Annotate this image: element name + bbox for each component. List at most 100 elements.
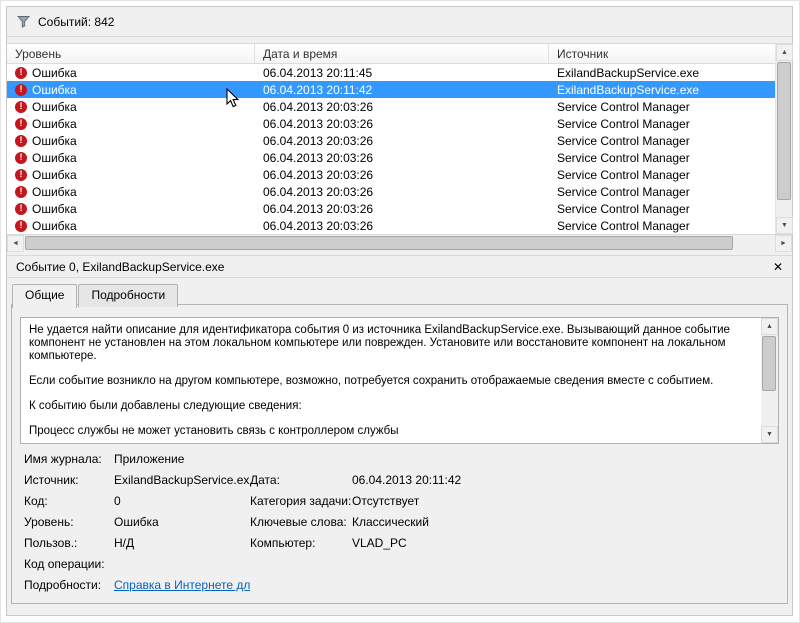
event-source-cell: ExilandBackupService.exe [549,66,775,80]
event-row[interactable]: !Ошибка06.04.2013 20:03:26Service Contro… [7,132,775,149]
field-value: Приложение [114,453,250,466]
event-datetime-cell: 06.04.2013 20:03:26 [255,219,549,233]
scroll-down-button[interactable]: ▼ [761,426,778,443]
event-row[interactable]: !Ошибка06.04.2013 20:03:26Service Contro… [7,200,775,217]
event-level-cell: !Ошибка [7,134,255,148]
error-icon: ! [15,220,27,232]
event-source-cell: Service Control Manager [549,168,775,182]
field-value: Ошибка [114,516,250,529]
field-value: 0 [114,495,250,508]
event-level-cell: ! Ошибка [7,66,255,80]
field-label: Ключевые слова: [250,516,352,529]
field-value: Отсутствует [352,495,773,508]
event-datetime-cell: 06.04.2013 20:03:26 [255,117,549,131]
table-scroll-thumb[interactable] [777,62,791,200]
description-paragraph: Если событие возникло на другом компьюте… [29,375,755,388]
error-icon: ! [15,186,27,198]
description-scroll-thumb[interactable] [762,336,776,391]
event-source-cell: Service Control Manager [549,202,775,216]
error-icon: ! [15,67,27,79]
event-source-cell: Service Control Manager [549,100,775,114]
event-source-cell: Service Control Manager [549,219,775,233]
scroll-down-button[interactable]: ▼ [776,217,793,234]
filter-icon[interactable] [17,15,30,28]
event-source-cell: Service Control Manager [549,185,775,199]
event-datetime-cell: 06.04.2013 20:03:26 [255,134,549,148]
event-level-cell: ! Ошибка [7,83,255,97]
event-source-cell: Service Control Manager [549,134,775,148]
event-datetime-cell: 06.04.2013 20:03:26 [255,151,549,165]
table-vertical-scrollbar[interactable]: ▲ ▼ [775,44,792,234]
event-table-rows: ! Ошибка 06.04.2013 20:11:45ExilandBackupS… [7,64,775,234]
event-datetime-cell: 06.04.2013 20:03:26 [255,185,549,199]
event-datetime-cell: 06.04.2013 20:03:26 [255,168,549,182]
field-label: Пользов.: [24,537,114,550]
tab-details[interactable]: Подробности [78,284,178,307]
field-label: Компьютер: [250,537,352,550]
event-row[interactable]: ! Ошибка 06.04.2013 20:03:26Service Contro… [7,217,775,234]
event-level-label: Ошибка [32,66,77,80]
events-header-bar: Событий: 842 [7,7,792,37]
event-level-label: Ошибка [32,168,77,182]
field-label: Категория задачи: [250,495,352,508]
general-tab-panel: Не удается найти описание для идентифика… [11,304,788,604]
tab-general[interactable]: Общие [12,284,77,308]
field-value: VLAD_PC [352,537,773,550]
events-count-label: Событий: 842 [38,15,114,29]
field-label: Уровень: [24,516,114,529]
column-header-level[interactable]: Уровень [7,44,255,63]
event-description-box: Не удается найти описание для идентифика… [20,317,779,444]
close-icon[interactable]: ✕ [773,261,783,273]
event-level-cell: !Ошибка [7,168,255,182]
scroll-left-button[interactable]: ◄ [7,235,24,252]
scroll-up-button[interactable]: ▲ [776,44,793,61]
field-value: ExilandBackupService.exe [114,474,250,487]
field-value: Классический [352,516,773,529]
event-level-label: Ошибка [32,83,77,97]
event-level-cell: ! Ошибка [7,151,255,165]
column-header-datetime[interactable]: Дата и время [255,44,549,63]
event-datetime-cell: 06.04.2013 20:03:26 [255,202,549,216]
events-table: Уровень Дата и время Источник ! Ошибка 06.… [7,43,792,235]
event-row[interactable]: !Ошибка06.04.2013 20:03:26Service Contro… [7,149,775,166]
error-icon: ! [15,84,27,96]
event-datetime-cell: 06.04.2013 20:11:45 [255,66,549,80]
field-label: Код операции: [24,558,114,571]
event-viewer-panel: Событий: 842 Уровень Дата и время Источн… [6,6,793,616]
scroll-right-button[interactable]: ► [775,235,792,252]
event-row[interactable]: ! Ошибка 06.04.2013 20:03:26Service Contro… [7,183,775,200]
event-level-label: Ошибка [32,134,77,148]
error-icon: ! [15,101,27,113]
event-source-cell: ExilandBackupService.exe [549,83,775,97]
detail-title: Событие 0, ExilandBackupService.exe [16,260,224,274]
column-header-source[interactable]: Источник [549,44,775,63]
description-paragraph: Не удается найти описание для идентифика… [29,324,755,363]
help-link[interactable]: Справка в Интернете для [114,579,250,592]
description-paragraph: К событию были добавлены следующие сведе… [29,400,755,413]
description-scrollbar[interactable]: ▲ ▼ [761,318,778,443]
event-level-label: Ошибка [32,151,77,165]
event-level-label: Ошибка [32,219,77,233]
horizontal-scroll-thumb[interactable] [25,236,733,250]
error-icon: ! [15,118,27,130]
event-datetime-cell: 06.04.2013 20:11:42 [255,83,549,97]
error-icon: ! [15,152,27,164]
event-row[interactable]: ! Ошибка 06.04.2013 20:11:42ExilandBackupS… [7,81,775,98]
field-value: Н/Д [114,537,250,550]
event-row[interactable]: ! Ошибка 06.04.2013 20:03:26Service Contro… [7,98,775,115]
field-label: Имя журнала: [24,453,114,466]
table-horizontal-scrollbar[interactable]: ◄ ► [7,235,792,252]
detail-panel-header: Событие 0, ExilandBackupService.exe ✕ [7,255,792,278]
event-row[interactable]: !Ошибка06.04.2013 20:03:26Service Contro… [7,115,775,132]
scroll-up-button[interactable]: ▲ [761,318,778,335]
description-paragraph: Процесс службы не может установить связь… [29,425,755,438]
event-level-label: Ошибка [32,202,77,216]
table-header-row: Уровень Дата и время Источник [7,44,775,64]
event-level-label: Ошибка [32,185,77,199]
field-value: 06.04.2013 20:11:42 [352,474,773,487]
event-level-label: Ошибка [32,100,77,114]
event-row[interactable]: ! Ошибка 06.04.2013 20:11:45ExilandBackupS… [7,64,775,81]
event-level-label: Ошибка [32,117,77,131]
event-row[interactable]: !Ошибка06.04.2013 20:03:26Service Contro… [7,166,775,183]
event-datetime-cell: 06.04.2013 20:03:26 [255,100,549,114]
